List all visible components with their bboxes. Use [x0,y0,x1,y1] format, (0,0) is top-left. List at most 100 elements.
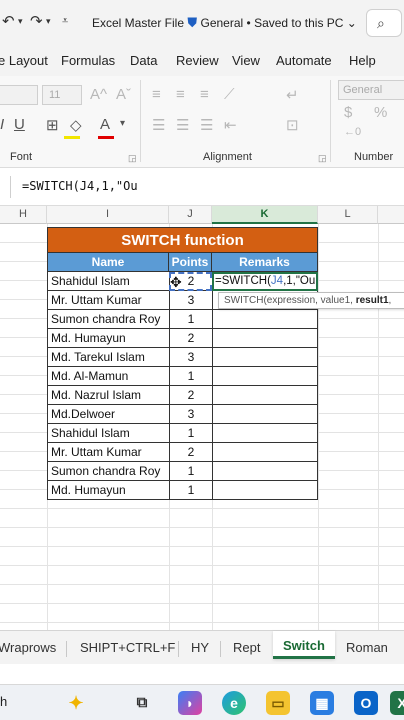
indent-icon[interactable]: ⇤ [224,116,237,134]
align-top-icon[interactable]: ≡ [152,86,161,103]
formula-bar[interactable]: =SWITCH(J4,1,"Ou [0,168,404,206]
font-name-box[interactable] [0,85,38,105]
table-title[interactable]: SWITCH function [47,227,318,253]
remarks-cell[interactable] [212,443,318,462]
file-explorer-icon[interactable]: ▭ [266,691,290,715]
alignment-dialog-launcher-icon[interactable]: ◲ [318,153,327,164]
outlook-icon[interactable]: O [354,691,378,715]
sheet-tab-rept[interactable]: Rept [233,640,260,655]
edge-browser-icon[interactable]: e [222,691,246,715]
sheet-tab-wraprows[interactable]: Wraprows [0,640,56,655]
remarks-cell[interactable] [212,481,318,500]
align-middle-icon[interactable]: ≡ [176,86,185,103]
points-cell[interactable]: 1 [169,424,212,443]
remarks-cell[interactable] [212,405,318,424]
points-cell[interactable]: 2 [169,329,212,348]
function-tooltip[interactable]: SWITCH(expression, value1, result1, [218,292,404,309]
currency-icon[interactable]: $ [344,104,352,121]
copilot-app-icon[interactable]: ◗ [178,691,202,715]
sheet-tab-switch[interactable]: Switch [273,631,335,659]
tab-formulas[interactable]: Formulas [61,53,115,68]
copilot-sparkle-icon[interactable]: ✦ [64,691,88,715]
tab-view[interactable]: View [232,53,260,68]
redo-icon[interactable]: ↷ [30,12,43,30]
redo-dropdown-icon[interactable]: ▾ [46,16,51,27]
points-cell[interactable]: 1 [169,462,212,481]
font-color-icon[interactable]: A [100,116,110,133]
remarks-cell[interactable] [212,386,318,405]
font-size-box[interactable]: 11 [42,85,82,105]
points-cell[interactable]: 1 [169,310,212,329]
orientation-icon[interactable]: ⟋ [224,86,235,103]
tab-page-layout[interactable]: e Layout [0,53,48,68]
window-title[interactable]: Excel Master File ⛊ General • Saved to t… [92,15,357,31]
tab-help[interactable]: Help [349,53,376,68]
sheet-tab-shipt-ctrl-f[interactable]: SHIPT+CTRL+F [80,640,175,655]
header-points[interactable]: Points [169,253,212,272]
align-right-icon[interactable]: ☰ [200,116,213,134]
italic-icon[interactable]: I [0,116,4,133]
name-cell[interactable]: Shahidul Islam [47,272,169,291]
store-icon[interactable]: ▦ [310,691,334,715]
name-cell[interactable]: Mr. Uttam Kumar [47,443,169,462]
align-bottom-icon[interactable]: ≡ [200,86,209,103]
name-cell[interactable]: Md. Al-Mamun [47,367,169,386]
column-header-l[interactable]: L [318,206,378,224]
column-header-m[interactable] [378,206,404,224]
name-cell[interactable]: Mr. Uttam Kumar [47,291,169,310]
decimal-icon[interactable]: ←0 [344,126,361,138]
sheet-tab-hy[interactable]: HY [191,640,209,655]
column-header-h[interactable]: H [0,206,47,224]
font-dialog-launcher-icon[interactable]: ◲ [128,153,137,164]
fill-color-icon[interactable]: ◇ [70,116,82,134]
remarks-cell[interactable] [212,348,318,367]
remarks-cell[interactable] [212,329,318,348]
number-format-box[interactable]: General [338,80,404,100]
points-cell[interactable]: 3 [169,291,212,310]
decrease-font-icon[interactable]: Aˇ [116,86,131,103]
percent-icon[interactable]: % [374,104,387,121]
name-cell[interactable]: Md. Tarekul Islam [47,348,169,367]
underline-icon[interactable]: U [14,116,25,133]
editing-cell-k4[interactable]: =SWITCH(J4,1,"Ou [212,272,318,291]
undo-dropdown-icon[interactable]: ▾ [18,16,23,27]
column-header-i[interactable]: I [47,206,169,224]
increase-font-icon[interactable]: A^ [90,86,107,103]
name-cell[interactable]: Md. Humayun [47,329,169,348]
tab-data[interactable]: Data [130,53,157,68]
name-cell[interactable]: Shahidul Islam [47,424,169,443]
name-cell[interactable]: Sumon chandra Roy [47,310,169,329]
tab-review[interactable]: Review [176,53,219,68]
align-center-icon[interactable]: ☰ [176,116,189,134]
borders-icon[interactable]: ⊞ [46,116,59,134]
points-cell[interactable]: 1 [169,481,212,500]
name-cell[interactable]: Md.Delwoer [47,405,169,424]
points-cell[interactable]: 2 [169,386,212,405]
excel-icon[interactable]: X [390,691,404,715]
taskbar-search-text[interactable]: h [0,694,7,709]
customize-toolbar-icon[interactable]: ⩡ [62,15,68,28]
sheet-tab-roman[interactable]: Roman [346,640,388,655]
name-cell[interactable]: Md. Humayun [47,481,169,500]
tab-automate[interactable]: Automate [276,53,332,68]
search-button[interactable]: ⌕ [366,9,402,37]
column-header-k[interactable]: K [212,206,318,224]
header-name[interactable]: Name [47,253,169,272]
header-remarks[interactable]: Remarks [212,253,318,272]
points-cell[interactable]: 1 [169,367,212,386]
wrap-text-icon[interactable]: ↵ [286,86,299,104]
align-left-icon[interactable]: ☰ [152,116,165,134]
points-cell[interactable]: 3 [169,348,212,367]
remarks-cell[interactable] [212,462,318,481]
formula-bar-content[interactable]: =SWITCH(J4,1,"Ou [22,179,138,193]
font-color-dropdown-icon[interactable]: ▾ [120,118,125,129]
task-view-icon[interactable]: ⧉ [130,691,154,715]
undo-icon[interactable]: ↶ [2,12,15,30]
column-header-j[interactable]: J [169,206,212,224]
remarks-cell[interactable] [212,367,318,386]
points-cell[interactable]: 3 [169,405,212,424]
name-cell[interactable]: Md. Nazrul Islam [47,386,169,405]
remarks-cell[interactable] [212,310,318,329]
merge-center-icon[interactable]: ⊡ [286,116,299,134]
name-cell[interactable]: Sumon chandra Roy [47,462,169,481]
